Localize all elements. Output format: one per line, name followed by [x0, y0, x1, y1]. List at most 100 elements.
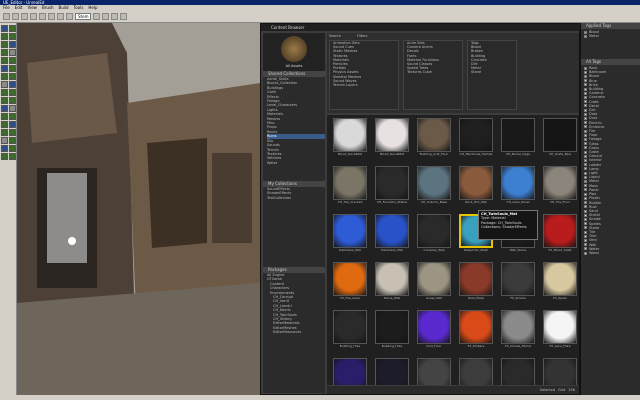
asset-tile[interactable]: Stone_Wall	[373, 262, 411, 306]
tag-checkbox[interactable]	[584, 129, 587, 133]
tool-icon[interactable]	[9, 33, 16, 40]
open-icon[interactable]	[12, 13, 19, 20]
copy-icon[interactable]	[57, 13, 64, 20]
browse-icon[interactable]	[102, 13, 110, 20]
tool-icon[interactable]	[9, 97, 16, 104]
asset-tile[interactable]: DarkGlow_Mat	[331, 214, 369, 258]
tag-checkbox[interactable]	[584, 175, 587, 179]
undo-icon[interactable]	[30, 13, 37, 20]
tag-checkbox[interactable]	[584, 247, 587, 251]
asset-tile[interactable]: FX_Lens_Flare	[541, 310, 579, 354]
level-viewport[interactable]	[17, 23, 260, 400]
tool-icon[interactable]	[1, 129, 8, 136]
collection-item[interactable]: Water	[267, 161, 325, 165]
tool-icon[interactable]	[1, 153, 8, 160]
status-item[interactable]: Selected	[540, 388, 555, 392]
asset-tile[interactable]: Blood_DecalMat	[373, 118, 411, 162]
asset-tile[interactable]: Building_Hole	[331, 310, 369, 354]
asset-tile[interactable]: FX_Smoke_Plume	[499, 310, 537, 354]
tool-icon[interactable]	[1, 81, 8, 88]
tag-checkbox[interactable]	[584, 213, 587, 217]
tool-icon[interactable]	[9, 81, 16, 88]
filter-item[interactable]: Textures Cube	[407, 70, 462, 74]
tag-checkbox[interactable]	[584, 201, 587, 205]
asset-tile[interactable]: CH_Barrel_Cage	[499, 118, 537, 162]
asset-tile[interactable]: FX_Spark	[541, 262, 579, 306]
status-item[interactable]: Grid	[558, 388, 565, 392]
tag-checkbox[interactable]	[584, 180, 587, 184]
tag-checkbox[interactable]	[584, 234, 587, 238]
tag-checkbox[interactable]	[584, 121, 587, 125]
tool-icon[interactable]	[9, 153, 16, 160]
tool-icon[interactable]	[9, 137, 16, 144]
asset-tile[interactable]: DarkGlow_Mat	[373, 214, 411, 258]
tool-icon[interactable]	[9, 73, 16, 80]
tool-icon[interactable]	[1, 145, 8, 152]
asset-tile[interactable]: Column_Mesh	[499, 358, 537, 385]
filter-column-subtypes[interactable]: Anim Sets Camera Anims Decals Fonts Material…	[403, 40, 463, 110]
tag-checkbox[interactable]	[584, 108, 587, 112]
tag-checkbox[interactable]	[584, 75, 587, 78]
tool-icon[interactable]	[1, 137, 8, 144]
play-icon[interactable]	[120, 13, 128, 20]
asset-tile[interactable]: FX_Embers	[457, 310, 495, 354]
filter-item[interactable]: Terrain Layers	[333, 83, 398, 87]
build-icon[interactable]	[111, 13, 119, 20]
asset-tile[interactable]: CH_Column_Base	[415, 166, 453, 210]
tool-icon[interactable]	[9, 25, 16, 32]
tool-icon[interactable]	[1, 73, 8, 80]
filter-column-tags[interactable]: Tags Blood Broken Building Concrete Dirt Metal…	[467, 40, 517, 110]
tag-checkbox[interactable]	[584, 34, 587, 38]
tool-icon[interactable]	[1, 89, 8, 96]
tag-checkbox[interactable]	[584, 238, 587, 242]
asset-tile[interactable]: Grass_Mat	[415, 262, 453, 306]
tag-checkbox[interactable]	[584, 70, 587, 74]
tool-icon[interactable]	[1, 33, 8, 40]
asset-tile[interactable]: Rust_Plate	[457, 262, 495, 306]
tag-checkbox[interactable]	[584, 138, 587, 142]
tag-checkbox[interactable]	[584, 205, 587, 209]
asset-tile[interactable]: FX_Fire_Glow	[331, 262, 369, 306]
tool-icon[interactable]	[9, 57, 16, 64]
tag-checkbox[interactable]	[584, 230, 587, 234]
tool-icon[interactable]	[1, 113, 8, 120]
redo-icon[interactable]	[39, 13, 46, 20]
tag-checkbox[interactable]	[584, 209, 587, 213]
tool-icon[interactable]	[1, 41, 8, 48]
asset-tile[interactable]: CH_Tile_Cracked	[331, 166, 369, 210]
tool-icon[interactable]	[9, 49, 16, 56]
asset-tile[interactable]: Dark_Fog	[373, 358, 411, 385]
tool-icon[interactable]	[1, 105, 8, 112]
asset-tile[interactable]: Complex_Wall	[415, 214, 453, 258]
asset-tile[interactable]: CH_Fountain_Statue	[373, 166, 411, 210]
tag-checkbox[interactable]	[584, 104, 587, 108]
tag-checkbox[interactable]	[584, 79, 587, 83]
tag-checkbox[interactable]	[584, 146, 587, 150]
tag-checkbox[interactable]	[584, 133, 587, 137]
asset-tile[interactable]: Building_Hole	[373, 310, 411, 354]
tool-icon[interactable]	[1, 57, 8, 64]
asset-tile[interactable]: Torch_Mesh	[541, 358, 579, 385]
tool-icon[interactable]	[1, 97, 8, 104]
tag-checkbox[interactable]	[584, 163, 587, 167]
tag-checkbox[interactable]	[584, 171, 587, 175]
tool-icon[interactable]	[9, 89, 16, 96]
search-icon[interactable]	[93, 13, 101, 20]
filter-item[interactable]: Stone	[471, 70, 516, 74]
new-icon[interactable]	[3, 13, 10, 20]
filter-column-types[interactable]: Animation Sets Sound Cues Static Meshes Tex…	[329, 40, 399, 110]
cut-icon[interactable]	[48, 13, 55, 20]
collection-item[interactable]: TestCollection	[267, 196, 325, 200]
asset-tile[interactable]: Grid_Floor	[415, 310, 453, 354]
tool-icon[interactable]	[9, 145, 16, 152]
tool-icon[interactable]	[1, 25, 8, 32]
tag-checkbox[interactable]	[584, 150, 587, 154]
asset-tile[interactable]: CH_Grate_Pipe	[541, 118, 579, 162]
tool-icon[interactable]	[9, 105, 16, 112]
mode-select[interactable]: Stem	[75, 13, 92, 20]
tag-checkbox[interactable]	[584, 87, 587, 91]
tag-checkbox[interactable]	[584, 154, 587, 158]
asset-tile[interactable]: Blood_DecalMat	[331, 118, 369, 162]
asset-tile[interactable]: Pipe_Steel	[415, 358, 453, 385]
asset-tile[interactable]: CH_Glow_Panel	[499, 166, 537, 210]
